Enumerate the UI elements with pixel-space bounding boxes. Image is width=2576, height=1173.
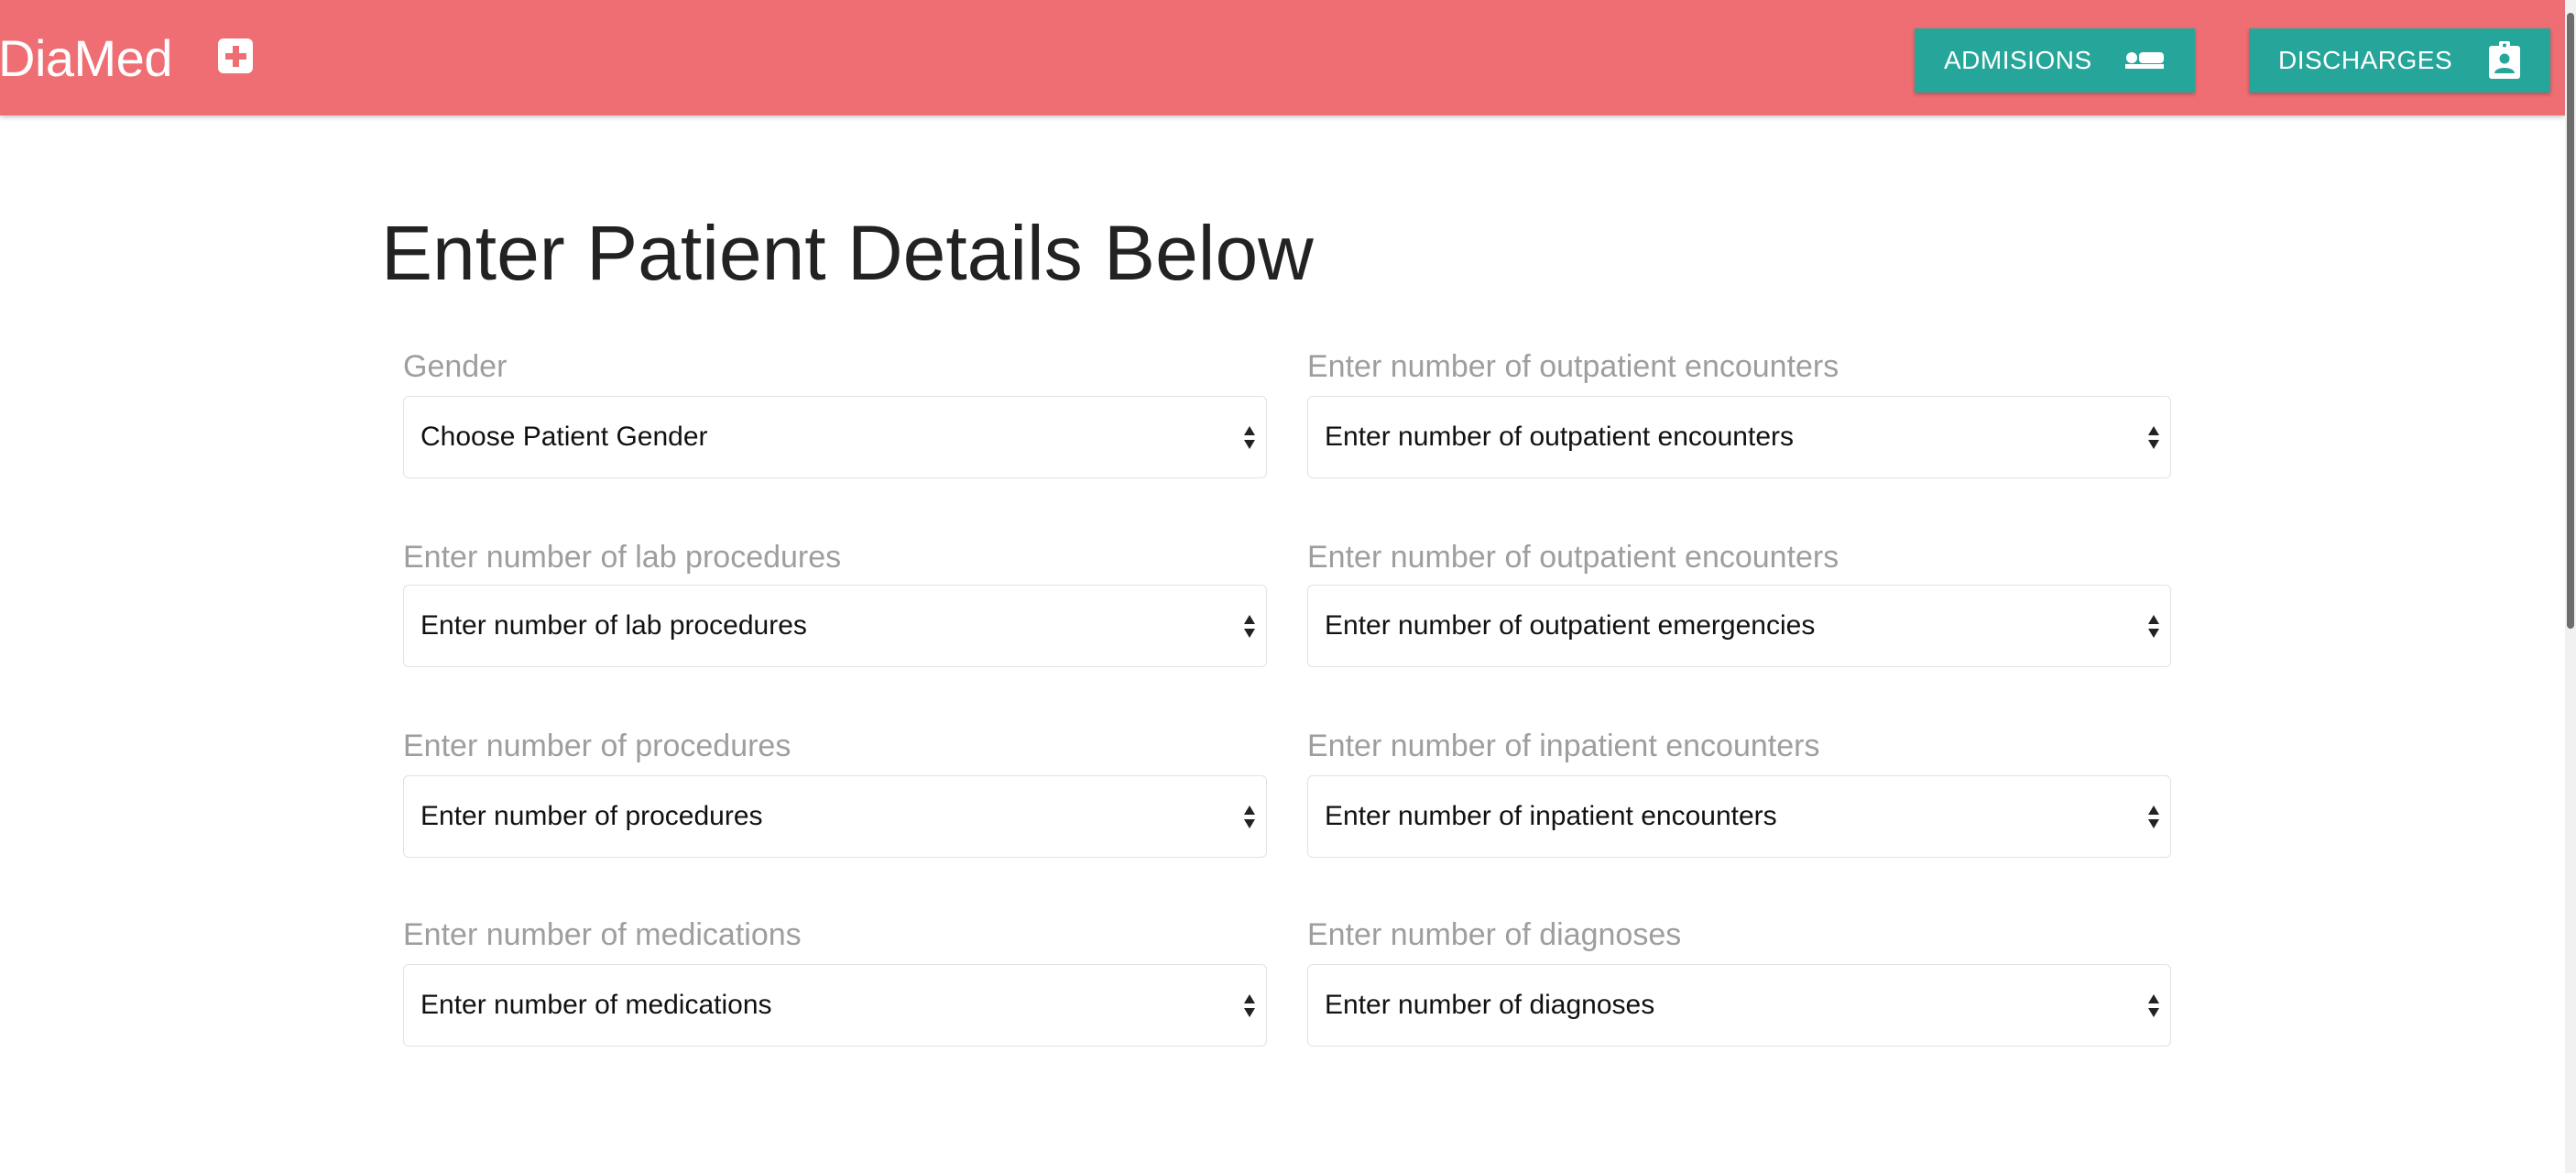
select-arrows-icon	[1242, 424, 1259, 452]
top-navbar: DiaMed ADMISIONS DISCHARGES	[0, 0, 2565, 115]
medications-select[interactable]: Enter number of medications	[403, 964, 1267, 1047]
inpatient-encounters-select-value: Enter number of inpatient encounters	[1325, 801, 1777, 831]
lab-procedures-select-value: Enter number of lab procedures	[420, 610, 807, 641]
discharges-button-label: DISCHARGES	[2278, 46, 2453, 74]
outpatient-encounters-label: Enter number of outpatient encounters	[1307, 349, 1839, 384]
admisions-button[interactable]: ADMISIONS	[1915, 28, 2195, 93]
diagnoses-select[interactable]: Enter number of diagnoses	[1307, 964, 2171, 1047]
select-arrows-icon	[2146, 424, 2163, 452]
select-arrows-icon	[2146, 613, 2163, 641]
diagnoses-label: Enter number of diagnoses	[1307, 917, 1682, 952]
select-arrows-icon	[2146, 992, 2163, 1020]
hotel-bed-icon	[2125, 52, 2164, 69]
admisions-button-label: ADMISIONS	[1944, 46, 2092, 74]
scrollbar-thumb[interactable]	[2567, 13, 2574, 629]
inpatient-encounters-select[interactable]: Enter number of inpatient encounters	[1307, 775, 2171, 858]
medications-select-value: Enter number of medications	[420, 990, 772, 1020]
brand-logo[interactable]: DiaMed	[0, 26, 172, 90]
outpatient-emergencies-select-value: Enter number of outpatient emergencies	[1325, 610, 1816, 641]
gender-select[interactable]: Choose Patient Gender	[403, 396, 1267, 478]
procedures-label: Enter number of procedures	[403, 729, 791, 763]
medical-cross-icon	[218, 38, 253, 73]
outpatient-encounters-select-value: Enter number of outpatient encounters	[1325, 422, 1794, 452]
outpatient-encounters-select[interactable]: Enter number of outpatient encounters	[1307, 396, 2171, 478]
select-arrows-icon	[1242, 992, 1259, 1020]
page-scrollbar[interactable]	[2565, 0, 2576, 1173]
lab-procedures-label: Enter number of lab procedures	[403, 540, 842, 575]
medications-label: Enter number of medications	[403, 917, 802, 952]
inpatient-encounters-label: Enter number of inpatient encounters	[1307, 729, 1820, 763]
select-arrows-icon	[1242, 804, 1259, 831]
select-arrows-icon	[1242, 613, 1259, 641]
page-title: Enter Patient Details Below	[381, 210, 1314, 296]
procedures-select[interactable]: Enter number of procedures	[403, 775, 1267, 858]
outpatient-emergencies-label: Enter number of outpatient encounters	[1307, 540, 1839, 575]
assignment-ind-icon	[2489, 41, 2520, 79]
gender-select-value: Choose Patient Gender	[420, 422, 708, 452]
select-arrows-icon	[2146, 804, 2163, 831]
diagnoses-select-value: Enter number of diagnoses	[1325, 990, 1655, 1020]
lab-procedures-select[interactable]: Enter number of lab procedures	[403, 585, 1267, 667]
gender-label: Gender	[403, 349, 508, 384]
procedures-select-value: Enter number of procedures	[420, 801, 763, 831]
outpatient-emergencies-select[interactable]: Enter number of outpatient emergencies	[1307, 585, 2171, 667]
discharges-button[interactable]: DISCHARGES	[2249, 28, 2550, 93]
